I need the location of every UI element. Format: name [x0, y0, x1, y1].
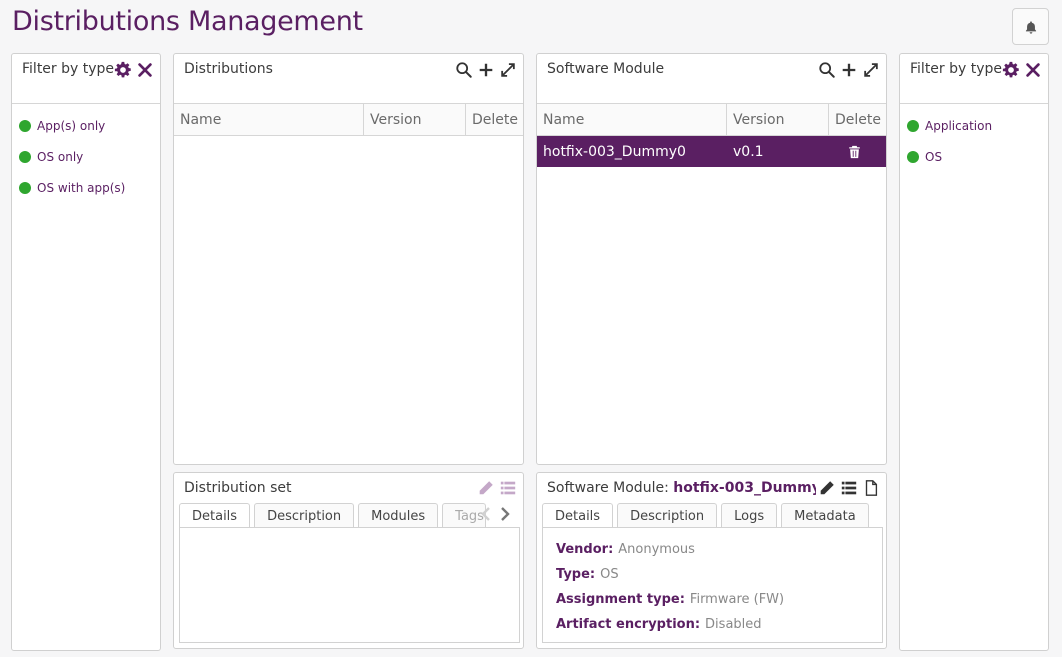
gear-icon[interactable]: [114, 61, 132, 79]
software-module-tabs: Details Description Logs Metadata: [542, 503, 869, 529]
field-value: Disabled: [705, 617, 762, 632]
tab-details[interactable]: Details: [542, 503, 614, 529]
distribution-set-tabs: Details Description Modules Tags: [179, 503, 487, 529]
column-delete[interactable]: Delete: [466, 104, 523, 135]
close-icon[interactable]: [1024, 61, 1042, 79]
distributions-table-header: Name Version Delete: [174, 104, 523, 136]
field-label: Type:: [556, 567, 596, 582]
status-dot: [19, 119, 31, 132]
filter-title: Filter by type: [910, 61, 1003, 77]
column-version[interactable]: Version: [727, 104, 829, 135]
filter-item-label: Application: [925, 118, 993, 133]
expand-icon[interactable]: [499, 61, 517, 79]
software-module-header: Software Module: [537, 54, 886, 104]
search-icon[interactable]: [818, 61, 836, 79]
filter-item-label: OS only: [37, 149, 84, 164]
software-module-title: Software Module: [547, 61, 665, 77]
filter-header: Filter by type: [900, 54, 1048, 104]
field-label: Vendor:: [556, 542, 614, 557]
add-icon[interactable]: [840, 61, 858, 79]
status-dot: [19, 150, 31, 163]
tab-description[interactable]: Description: [617, 503, 718, 528]
page-title: Distributions Management: [12, 6, 363, 37]
list-icon[interactable]: [499, 479, 517, 497]
tab-metadata[interactable]: Metadata: [781, 503, 869, 528]
field-value: Firmware (FW): [689, 592, 785, 607]
filter-item-os-only[interactable]: OS only: [12, 141, 160, 172]
filter-title: Filter by type: [22, 61, 115, 77]
filter-item-label: App(s) only: [37, 118, 106, 133]
filter-item-label: OS: [925, 149, 943, 164]
list-icon[interactable]: [840, 479, 858, 497]
field-assignment-type: Assignment type: Firmware (FW): [556, 592, 882, 607]
tab-modules[interactable]: Modules: [358, 503, 439, 528]
distributions-header: Distributions: [174, 54, 523, 104]
gear-icon[interactable]: [1002, 61, 1020, 79]
distribution-set-title: Distribution set: [184, 480, 292, 496]
status-dot: [907, 119, 919, 132]
cell-name: hotfix-003_Dummy0: [543, 143, 686, 160]
software-module-details-panel: Software Module: hotfix-003_Dummy0:... D…: [536, 472, 887, 649]
field-vendor: Vendor: Anonymous: [556, 542, 882, 557]
software-module-type-filter-panel: Filter by type Application OS: [899, 53, 1049, 651]
status-dot: [907, 150, 919, 163]
field-artifact-encryption: Artifact encryption: Disabled: [556, 617, 882, 632]
filter-item-apps-only[interactable]: App(s) only: [12, 110, 160, 141]
expand-icon[interactable]: [862, 61, 880, 79]
notifications-button[interactable]: [1012, 8, 1049, 45]
distributions-title: Distributions: [184, 61, 273, 77]
field-type: Type: OS: [556, 567, 882, 582]
software-module-panel: Software Module Name Version Delete hotf…: [536, 53, 887, 465]
field-value: OS: [600, 567, 619, 582]
edit-icon[interactable]: [477, 479, 495, 497]
close-icon[interactable]: [136, 61, 154, 79]
table-row[interactable]: hotfix-003_Dummy0 v0.1: [537, 136, 886, 167]
distributions-panel: Distributions Name Version Delete: [173, 53, 524, 465]
filter-item-label: OS with app(s): [37, 180, 126, 195]
tab-logs[interactable]: Logs: [721, 503, 778, 528]
field-label: Assignment type:: [556, 592, 685, 607]
file-icon[interactable]: [862, 479, 880, 497]
trash-icon[interactable]: [848, 145, 861, 159]
software-module-table-header: Name Version Delete: [537, 104, 886, 136]
tab-description[interactable]: Description: [254, 503, 355, 528]
filter-list: App(s) only OS only OS with app(s): [12, 110, 160, 203]
tab-content: Vendor: Anonymous Type: OS Assignment type…: [542, 527, 883, 643]
tab-content: [179, 527, 520, 643]
filter-list: Application OS: [900, 110, 1048, 172]
column-name[interactable]: Name: [174, 104, 364, 135]
add-icon[interactable]: [477, 61, 495, 79]
chevron-left-icon[interactable]: [479, 506, 493, 522]
tab-details[interactable]: Details: [179, 503, 251, 529]
column-delete[interactable]: Delete: [829, 104, 886, 135]
filter-header: Filter by type: [12, 54, 160, 104]
edit-icon[interactable]: [818, 479, 836, 497]
cell-version: v0.1: [733, 143, 764, 160]
status-dot: [19, 181, 31, 194]
filter-item-application[interactable]: Application: [900, 110, 1048, 141]
chevron-right-icon[interactable]: [498, 506, 512, 522]
distribution-type-filter-panel: Filter by type App(s) only OS only OS wi…: [11, 53, 161, 651]
filter-item-os-with-apps[interactable]: OS with app(s): [12, 172, 160, 203]
details-title-name: hotfix-003_Dummy0:...: [673, 480, 816, 496]
details-title-prefix: Software Module:: [547, 480, 669, 496]
field-value: Anonymous: [618, 542, 695, 557]
field-label: Artifact encryption:: [556, 617, 701, 632]
column-name[interactable]: Name: [537, 104, 727, 135]
column-version[interactable]: Version: [364, 104, 466, 135]
search-icon[interactable]: [455, 61, 473, 79]
distribution-set-details-panel: Distribution set Details Description Mod…: [173, 472, 524, 649]
bell-icon: [1024, 20, 1038, 34]
filter-item-os[interactable]: OS: [900, 141, 1048, 172]
